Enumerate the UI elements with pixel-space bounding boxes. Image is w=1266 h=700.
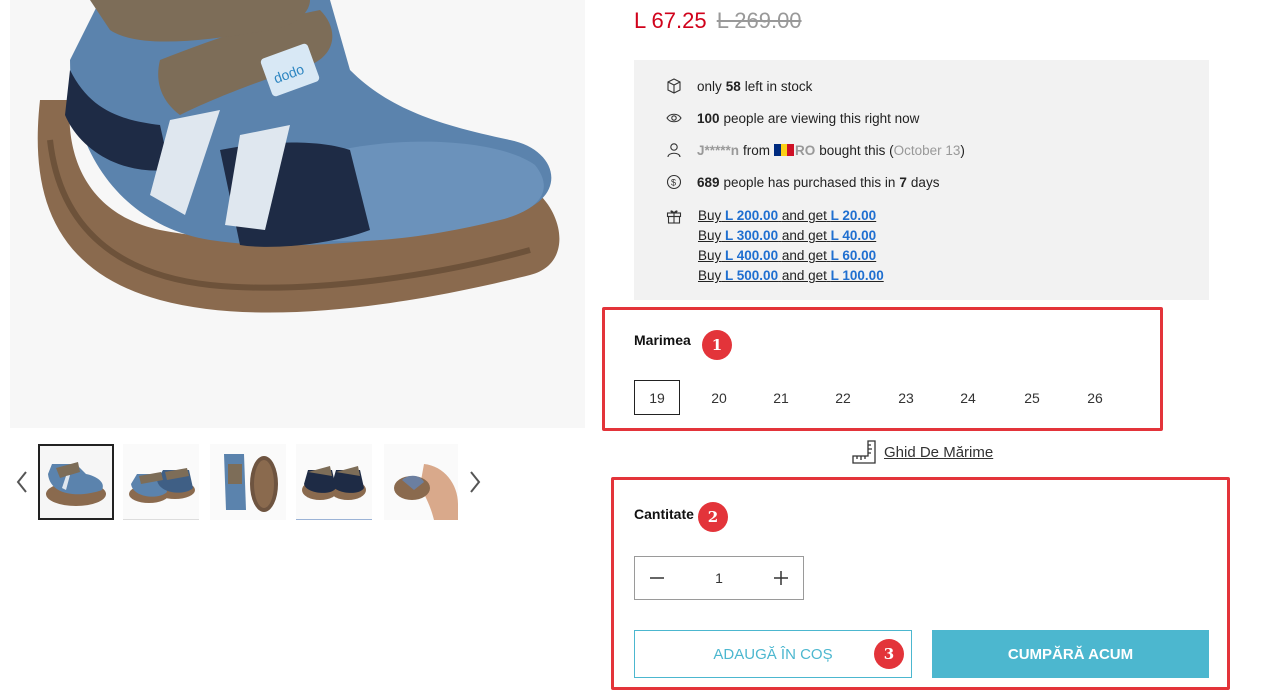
shoe-illustration: dodo	[37, 0, 560, 313]
thumbnail-4[interactable]	[296, 444, 372, 520]
svg-text:$: $	[671, 178, 676, 188]
romania-flag-icon	[774, 144, 795, 156]
purchased-count: 689	[697, 174, 720, 190]
size-guide-link[interactable]: Ghid De Mărime	[852, 440, 993, 464]
viewers-suffix: people are viewing this right now	[723, 110, 920, 126]
annotation-badge-2: 2	[698, 502, 728, 532]
dollar-coin-icon: $	[666, 174, 682, 190]
ruler-icon	[852, 440, 876, 464]
viewers-line: 100 people are viewing this right now	[666, 110, 919, 126]
size-option-19[interactable]: 19	[634, 380, 680, 415]
buyer-date: October 13	[893, 142, 961, 158]
quantity-input[interactable]	[679, 565, 759, 591]
buy-now-label: CUMPĂRĂ ACUM	[1007, 645, 1134, 663]
purchased-days: 7	[899, 174, 907, 190]
size-option-21[interactable]: 21	[758, 380, 804, 415]
plus-icon[interactable]	[759, 557, 803, 599]
size-label: Marimea	[634, 332, 691, 348]
thumbnail-1[interactable]	[38, 444, 114, 520]
quantity-label: Cantitate	[634, 506, 694, 522]
stock-prefix: only	[697, 78, 722, 94]
product-main-image[interactable]: dodo	[10, 0, 585, 428]
minus-icon[interactable]	[635, 557, 679, 599]
size-option-22[interactable]: 22	[820, 380, 866, 415]
purchased-mid: people has purchased this in	[723, 174, 896, 190]
size-guide-label: Ghid De Mărime	[884, 443, 994, 461]
stock-count: 58	[725, 78, 741, 94]
quantity-stepper	[634, 556, 804, 600]
buyer-action: bought this (	[819, 142, 894, 158]
user-icon	[666, 142, 682, 158]
product-info-box: only 58 left in stock 100 people are vie…	[634, 60, 1209, 300]
size-option-24[interactable]: 24	[945, 380, 991, 415]
buyer-country: RO	[795, 142, 816, 158]
offer-link-3[interactable]: Buy L 400.00 and get L 60.00	[698, 246, 884, 266]
thumbnail-3[interactable]	[210, 444, 286, 520]
thumbnail-2[interactable]	[123, 444, 199, 520]
original-price: L 269.00	[716, 8, 802, 33]
gift-icon	[666, 208, 682, 224]
chevron-right-icon[interactable]	[465, 468, 485, 496]
offer-link-4[interactable]: Buy L 500.00 and get L 100.00	[698, 266, 884, 286]
offer-link-1[interactable]: Buy L 200.00 and get L 20.00	[698, 206, 884, 226]
purchased-line: $ 689 people has purchased this in 7 day…	[666, 174, 939, 190]
price-row: L 67.25 L 269.00	[634, 8, 802, 34]
purchased-suffix: days	[910, 174, 940, 190]
buyer-from: from	[743, 142, 771, 158]
size-option-25[interactable]: 25	[1009, 380, 1055, 415]
annotation-badge-1: 1	[702, 330, 732, 360]
eye-icon	[666, 110, 682, 126]
viewers-count: 100	[697, 110, 720, 126]
volume-offers: Buy L 200.00 and get L 20.00 Buy L 300.0…	[698, 206, 884, 286]
recent-buyer-line: J*****n from RO bought this ( October 13…	[666, 142, 965, 158]
size-option-23[interactable]: 23	[883, 380, 929, 415]
size-option-26[interactable]: 26	[1072, 380, 1118, 415]
size-option-20[interactable]: 20	[696, 380, 742, 415]
buy-now-button[interactable]: CUMPĂRĂ ACUM	[932, 630, 1209, 678]
thumbnail-5[interactable]	[384, 444, 458, 520]
stock-line: only 58 left in stock	[666, 78, 812, 94]
annotation-badge-3: 3	[874, 639, 904, 669]
chevron-left-icon[interactable]	[12, 468, 32, 496]
stock-suffix: left in stock	[744, 78, 813, 94]
box-icon	[666, 78, 682, 94]
add-to-cart-button[interactable]: ADAUGĂ ÎN COȘ	[634, 630, 912, 678]
sale-price: L 67.25	[634, 8, 707, 33]
buyer-name: J*****n	[697, 142, 740, 158]
buyer-close: )	[960, 142, 965, 158]
add-to-cart-label: ADAUGĂ ÎN COȘ	[713, 645, 833, 663]
offer-link-2[interactable]: Buy L 300.00 and get L 40.00	[698, 226, 884, 246]
thumbnail-carousel	[0, 440, 500, 522]
